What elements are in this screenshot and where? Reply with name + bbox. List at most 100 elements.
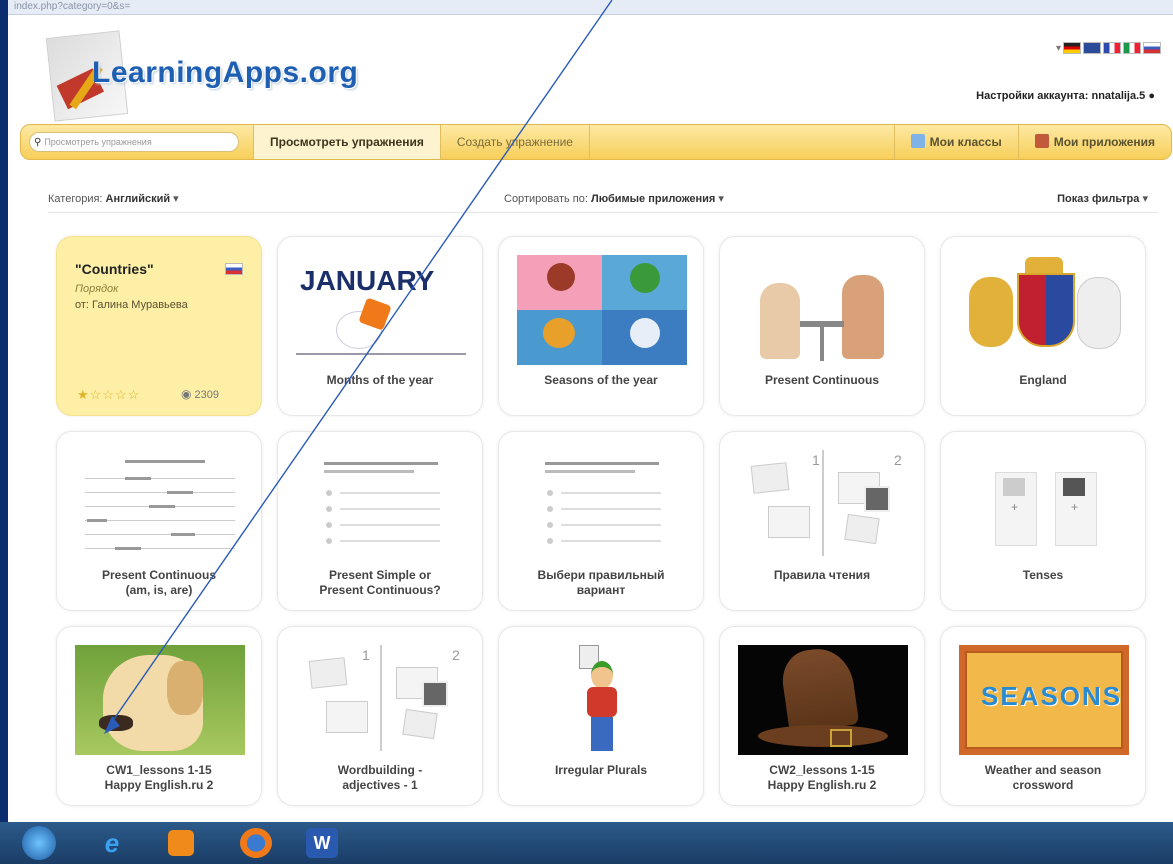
- table-leg: [820, 327, 824, 361]
- app-card[interactable]: Present Continuous: [719, 236, 925, 416]
- tab-my-classes[interactable]: Мои классы: [893, 125, 1019, 159]
- app-title: Tenses: [947, 568, 1139, 583]
- app-card[interactable]: CW2_lessons 1-15 Happy English.ru 2: [719, 626, 925, 806]
- app-title: Present Simple or Present Continuous?: [284, 568, 476, 598]
- app-card[interactable]: CW1_lessons 1-15 Happy English.ru 2: [56, 626, 262, 806]
- browser-window: index.php?category=0&s= LearningApps.org…: [8, 0, 1173, 822]
- app-card[interactable]: SEASONS Weather and season crossword: [940, 626, 1146, 806]
- boy-head: [591, 661, 613, 689]
- app-card[interactable]: 1 2 Правила чтения: [719, 431, 925, 611]
- sort-label: Сортировать по:: [504, 193, 588, 205]
- tab-create[interactable]: Создать упражнение: [441, 125, 590, 159]
- app-card[interactable]: 1 2 Wordbuilding - adjectives - 1: [277, 626, 483, 806]
- app-title: Seasons of the year: [505, 373, 697, 388]
- views-value: 2309: [194, 389, 220, 401]
- featured-type: Порядок: [75, 283, 119, 295]
- featured-app-card[interactable]: "Countries" Порядок от: Галина Муравьева…: [56, 236, 262, 416]
- sort-select[interactable]: Сортировать по: Любимые приложения ▾: [504, 192, 724, 205]
- language-flags: ▾: [1056, 42, 1161, 54]
- dog-ear: [167, 661, 203, 715]
- app-card[interactable]: JANUARY Months of the year: [277, 236, 483, 416]
- taskbar: e W: [0, 822, 1173, 864]
- views-count: ◉ 2309: [181, 387, 219, 401]
- seasons-word-text: SEASONS: [981, 681, 1123, 711]
- app-card[interactable]: Irregular Plurals: [498, 626, 704, 806]
- firefox-icon[interactable]: [240, 828, 272, 858]
- eye-icon: ◉: [181, 387, 192, 401]
- media-player-icon[interactable]: [168, 830, 194, 856]
- unicorn-image: [1077, 277, 1121, 349]
- featured-title: "Countries": [75, 261, 154, 277]
- start-button-icon[interactable]: [22, 826, 56, 860]
- snow-line: [296, 353, 466, 355]
- category-label: Категория:: [48, 193, 103, 205]
- app-card[interactable]: + + Tenses: [940, 431, 1146, 611]
- flag-uk-icon[interactable]: [1083, 42, 1101, 54]
- app-title-line1: Seasons of the year: [544, 373, 658, 387]
- search-input[interactable]: ⚲ Просмотреть упражнения: [29, 132, 239, 152]
- thumb-coat-of-arms: [959, 255, 1129, 365]
- thumb-boy: [517, 645, 687, 755]
- app-title: Weather and season crossword: [947, 763, 1139, 793]
- person-right: [842, 275, 884, 359]
- app-title-line1: Tenses: [1022, 568, 1064, 582]
- boy-body: [587, 687, 617, 717]
- flag-ru-icon: [225, 263, 243, 275]
- flag-fr-icon[interactable]: [1103, 42, 1121, 54]
- address-bar[interactable]: index.php?category=0&s=: [8, 0, 1173, 15]
- apps-icon: [1034, 134, 1049, 148]
- search-icon: ⚲: [34, 136, 42, 148]
- app-title-line1: CW1_lessons 1-15: [106, 763, 212, 777]
- hat-brim: [758, 725, 888, 747]
- app-title-line1: Present Continuous: [101, 568, 216, 582]
- app-title-line2: вариант: [576, 583, 626, 597]
- chevron-down-icon: ▾: [1142, 193, 1148, 205]
- tab-my-classes-label: Мои классы: [929, 135, 1002, 149]
- site-logo[interactable]: LearningApps.org: [30, 30, 410, 122]
- logo-text: LearningApps.org: [92, 56, 359, 89]
- app-title: Irregular Plurals: [505, 763, 697, 778]
- app-title-line2: crossword: [1012, 778, 1074, 792]
- season-spring: [517, 255, 602, 310]
- thumb-lines: [75, 450, 245, 560]
- app-card[interactable]: Present Continuous (am, is, are): [56, 431, 262, 611]
- app-title: Выбери правильный вариант: [505, 568, 697, 598]
- user-icon: ●: [1148, 90, 1155, 102]
- app-card[interactable]: England: [940, 236, 1146, 416]
- tab-my-apps-label: Мои приложения: [1053, 135, 1155, 149]
- word-icon[interactable]: W: [306, 828, 338, 858]
- search-placeholder: Просмотреть упражнения: [44, 137, 152, 147]
- app-title-line2: Happy English.ru 2: [767, 778, 877, 792]
- app-card[interactable]: Выбери правильный вариант: [498, 431, 704, 611]
- app-card[interactable]: Seasons of the year: [498, 236, 704, 416]
- flag-de-icon[interactable]: [1063, 42, 1081, 54]
- filter-toggle[interactable]: Показ фильтра ▾: [1057, 192, 1148, 205]
- tab-browse[interactable]: Просмотреть упражнения: [253, 125, 441, 159]
- chevron-down-icon[interactable]: ▾: [1056, 43, 1061, 54]
- hat-buckle: [830, 729, 852, 747]
- account-settings[interactable]: Настройки аккаунта: nnatalija.5 ●: [976, 90, 1155, 102]
- flag-it-icon[interactable]: [1123, 42, 1141, 54]
- app-title-line1: Правила чтения: [773, 568, 871, 582]
- tab-my-apps[interactable]: Мои приложения: [1019, 125, 1171, 159]
- account-label: Настройки аккаунта:: [976, 90, 1089, 102]
- chevron-down-icon: ▾: [718, 193, 724, 205]
- chevron-down-icon: ▾: [173, 193, 179, 205]
- ie-icon[interactable]: e: [96, 828, 128, 858]
- app-title: Правила чтения: [726, 568, 918, 583]
- app-title-line2: Happy English.ru 2: [104, 778, 214, 792]
- person-left: [760, 283, 800, 359]
- app-title-line1: Weather and season: [984, 763, 1102, 777]
- app-card[interactable]: Present Simple or Present Continuous?: [277, 431, 483, 611]
- filter-toggle-label: Показ фильтра: [1057, 193, 1140, 205]
- category-value: Английский: [105, 193, 171, 205]
- sort-value: Любимые приложения: [590, 193, 716, 205]
- category-select[interactable]: Категория: Английский ▾: [48, 192, 179, 205]
- dog-nose: [99, 715, 133, 731]
- app-title-line1: Выбери правильный: [537, 568, 665, 582]
- flag-ru-icon[interactable]: [1143, 42, 1161, 54]
- season-autumn: [517, 310, 602, 365]
- app-title: Wordbuilding - adjectives - 1: [284, 763, 476, 793]
- app-title: Months of the year: [284, 373, 476, 388]
- thumb-january: JANUARY: [296, 255, 466, 365]
